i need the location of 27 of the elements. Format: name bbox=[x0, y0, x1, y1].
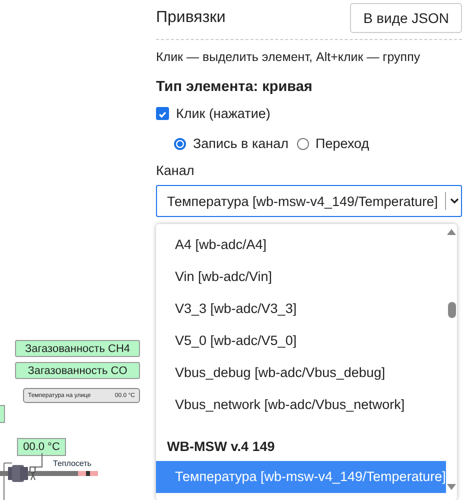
scroll-up-icon[interactable] bbox=[446, 228, 457, 236]
dropdown-option[interactable]: V5_0 [wb-adc/V5_0] bbox=[156, 325, 446, 357]
dropdown-option[interactable]: Vbus_network [wb-adc/Vbus_network] bbox=[156, 389, 446, 421]
radio-label: Переход bbox=[316, 136, 370, 151]
caret-icon bbox=[445, 192, 461, 210]
channel-select[interactable]: Температура [wb-msw-v4_149/Temperature] bbox=[156, 185, 462, 217]
radio-button[interactable] bbox=[174, 138, 186, 150]
field-label: Канал bbox=[156, 163, 196, 178]
gas-label: Загазованность CH4 bbox=[15, 340, 140, 357]
checkbox[interactable] bbox=[156, 107, 169, 120]
dropdown-option[interactable]: V3_3 [wb-adc/V3_3] bbox=[156, 293, 446, 325]
element-type-heading: Тип элемента: кривая bbox=[156, 79, 314, 95]
json-button[interactable]: В виде JSON bbox=[350, 3, 462, 33]
option-group-label: WB-MSW v.4 149 bbox=[166, 438, 276, 456]
dropdown-option[interactable]: A4 [wb-adc/A4] bbox=[156, 229, 446, 261]
radio-button[interactable] bbox=[296, 138, 309, 150]
pipe-label: Теплосеть bbox=[53, 459, 92, 468]
hint-text: Клик — выделить элемент, Alt+клик — группу bbox=[156, 50, 422, 64]
radio-label: Запись в канал bbox=[193, 136, 289, 151]
dropdown-option[interactable]: Vin [wb-adc/Vin] bbox=[156, 261, 446, 293]
gas-label: Загазованность CO bbox=[15, 362, 140, 379]
dropdown-option[interactable]: Vbus_debug [wb-adc/Vbus_debug] bbox=[156, 357, 446, 389]
scroll-thumb[interactable] bbox=[448, 302, 456, 318]
checkbox-label: Клик (нажатие) bbox=[176, 106, 270, 121]
scroll-down-icon[interactable] bbox=[446, 483, 457, 491]
panel-title: Привязки bbox=[156, 9, 226, 27]
temperature-value: 00.0 °C bbox=[17, 438, 66, 456]
